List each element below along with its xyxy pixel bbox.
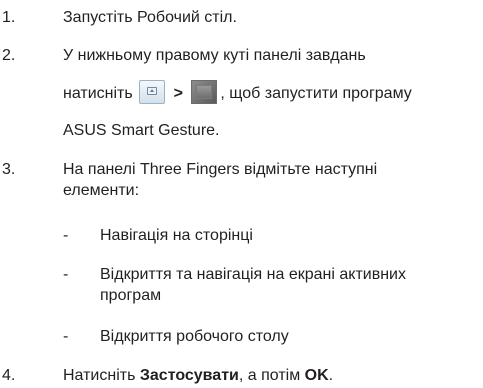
smart-gesture-app-icon [191,80,218,104]
bullet-dash: - [63,328,69,345]
step-text-after-icons: , щоб запустити програму [220,85,412,103]
apply-label: Застосувати [139,367,239,384]
bullet-dash: - [63,227,69,244]
step-text: Запустіть Робочий стіл. [63,9,237,26]
step-text: На панелі Three Fingers відмітьте наступ… [63,161,378,178]
sub-item-text: програм [100,287,162,304]
step-number: 1. [2,9,16,26]
step-text-middle: , а потім [238,367,305,384]
sub-item-text: Навігація на сторінці [100,227,253,244]
step-text-after: . [328,367,334,384]
step-text: У нижньому правому куті панелі завдань [63,47,366,64]
ok-label: OK [304,367,329,384]
step-text: ASUS Smart Gesture. [63,122,220,139]
step-number: 4. [2,367,16,384]
step-number: 3. [2,161,16,178]
bullet-dash: - [63,266,69,283]
step-text-before-icons: натисніть [63,85,133,103]
step-text: елементи: [63,182,140,199]
step-text-before: Натисніть [63,367,140,384]
step-number: 2. [2,47,16,64]
step-text-inline: натисніть > , щоб запустити програму [63,80,412,104]
sub-item-text: Відкриття та навігація на екрані активни… [100,266,406,283]
separator-arrow: > [173,85,183,103]
show-hidden-icons-arrow-icon [139,80,166,104]
step-text-inline: Натисніть Застосувати, а потім OK. [63,366,333,386]
sub-item-text: Відкриття робочого столу [100,328,289,345]
